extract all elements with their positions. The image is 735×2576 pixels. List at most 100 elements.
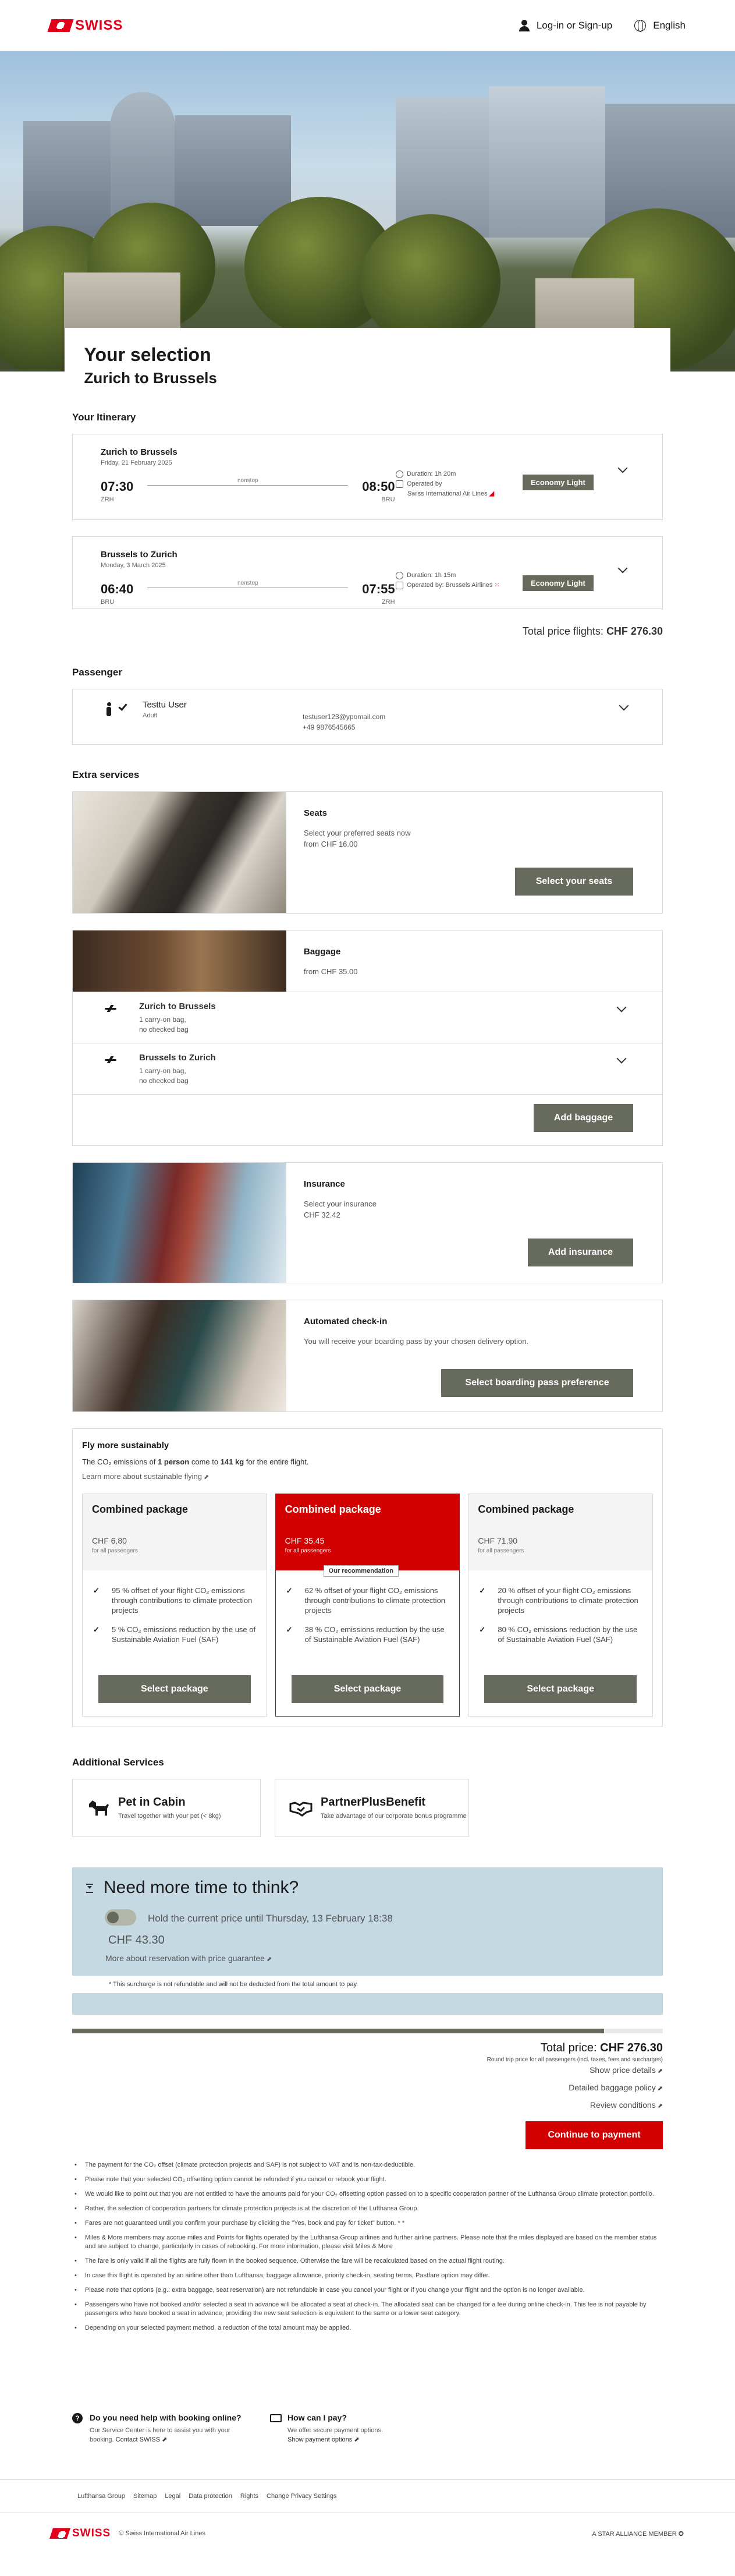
- operated-by: Operated by: [407, 480, 442, 487]
- pet-desc: Travel together with your pet (< 8kg): [118, 1813, 221, 1820]
- co2-kg: 141 kg: [220, 1457, 244, 1466]
- package-feature: 38 % CO₂ emissions reduction by the use …: [285, 1625, 450, 1644]
- learn-more-link[interactable]: Learn more about sustainable flying: [82, 1472, 653, 1481]
- plane-arrival-icon: [105, 1056, 116, 1063]
- arrival-time: 07:55: [362, 582, 395, 596]
- star-alliance: A STAR ALLIANCE MEMBER ✪: [592, 2530, 684, 2538]
- package-card-recommended: Combined package CHF 35.45 for all passe…: [275, 1494, 460, 1717]
- seats-image: [73, 792, 286, 913]
- arrival: 08:50 BRU: [362, 479, 395, 503]
- baggage-line1: 1 carry-on bag,: [139, 1067, 186, 1075]
- total-flights-label: Total price flights:: [522, 625, 603, 637]
- baggage-line2: no checked bag: [139, 1077, 189, 1085]
- sustainability-card: Fly more sustainably The CO₂ emissions o…: [72, 1428, 663, 1726]
- insurance-desc: Select your insurance: [304, 1199, 377, 1208]
- select-package-button[interactable]: Select package: [98, 1675, 251, 1703]
- footer-link[interactable]: Lufthansa Group: [77, 2493, 125, 2500]
- swiss-logo[interactable]: SWISS: [49, 2527, 111, 2540]
- package-feature: 95 % offset of your flight CO₂ emissions…: [92, 1586, 257, 1615]
- add-baggage-button[interactable]: Add baggage: [534, 1104, 633, 1132]
- passenger-card[interactable]: Testtu User Adult testuser123@ypomail.co…: [72, 689, 663, 745]
- additional-services: Pet in Cabin Travel together with your p…: [72, 1779, 663, 1837]
- select-package-button[interactable]: Select package: [291, 1675, 444, 1703]
- star-alliance-icon: ✪: [678, 2530, 684, 2538]
- note-item: The payment for the CO₂ offset (climate …: [72, 2161, 663, 2170]
- package-sub: for all passengers: [92, 1548, 138, 1554]
- package-title: Combined package: [478, 1503, 574, 1515]
- arrival-code: BRU: [381, 496, 395, 503]
- package-price: CHF 71.90: [478, 1536, 518, 1545]
- credit-card-icon: [270, 2414, 282, 2422]
- footer-link[interactable]: Legal: [165, 2493, 180, 2500]
- seats-card: Seats Select your preferred seats now fr…: [72, 791, 663, 914]
- round-trip-note: Round trip price for all passengers (inc…: [487, 2057, 663, 2063]
- departure-time: 07:30: [101, 479, 134, 494]
- insurance-image: [73, 1163, 286, 1283]
- alliance-label: A STAR ALLIANCE MEMBER: [592, 2530, 677, 2538]
- boarding-pass-button[interactable]: Select boarding pass preference: [441, 1369, 633, 1397]
- check-icon: [118, 702, 127, 711]
- user-icon: [519, 19, 530, 31]
- help-title: How can I pay?: [287, 2413, 347, 2422]
- baggage-policy-link[interactable]: Detailed baggage policy: [72, 2083, 663, 2092]
- page-title: Your selection: [84, 344, 211, 365]
- flight-date: Monday, 3 March 2025: [101, 562, 166, 569]
- globe-icon: [634, 19, 647, 32]
- note-item: Depending on your selected payment metho…: [72, 2324, 663, 2333]
- contact-swiss-link[interactable]: Contact SWISS: [116, 2436, 168, 2443]
- packages: Combined package CHF 6.80 for all passen…: [82, 1494, 654, 1717]
- add-insurance-button[interactable]: Add insurance: [528, 1239, 633, 1266]
- insurance-title: Insurance: [304, 1179, 345, 1189]
- seats-desc: Select your preferred seats now: [304, 829, 411, 837]
- package-feature: 62 % offset of your flight CO₂ emissions…: [285, 1586, 450, 1615]
- content: Your Itinerary Zurich to Brussels Friday…: [72, 412, 663, 2444]
- package-header: Combined package CHF 35.45 for all passe…: [275, 1494, 460, 1577]
- note-item: Please note that options (e.g.: extra ba…: [72, 2286, 663, 2295]
- flight-route: Brussels to Zurich: [101, 550, 177, 560]
- page-subtitle: Zurich to Brussels: [84, 369, 217, 387]
- select-package-button[interactable]: Select package: [484, 1675, 637, 1703]
- total-flights-value: CHF 276.30: [606, 625, 663, 637]
- person-icon: [106, 702, 112, 716]
- passenger-phone: +49 9876545665: [303, 723, 356, 731]
- review-conditions-link[interactable]: Review conditions: [72, 2100, 663, 2110]
- select-seats-button[interactable]: Select your seats: [515, 868, 633, 896]
- booking-progress: [72, 2029, 663, 2033]
- baggage-row[interactable]: Brussels to Zurich 1 carry-on bag, no che…: [73, 1043, 662, 1094]
- language-label: English: [653, 19, 686, 31]
- flight-info: Duration: 1h 20m Operated by Swiss Inter…: [396, 469, 494, 499]
- continue-to-payment-button[interactable]: Continue to payment: [525, 2121, 663, 2149]
- fare-badge: Economy Light: [523, 475, 594, 490]
- hold-toggle[interactable]: [105, 1909, 136, 1926]
- hold-more-link[interactable]: More about reservation with price guaran…: [105, 1954, 272, 1963]
- brussels-airlines-icon: ⁙: [494, 582, 500, 589]
- flight-route: Zurich to Brussels: [101, 447, 177, 457]
- footer-link[interactable]: Change Privacy Settings: [267, 2493, 336, 2500]
- legal-notes: The payment for the CO₂ offset (climate …: [72, 2161, 663, 2333]
- hold-price: CHF 43.30: [108, 1934, 165, 1947]
- selection-panel: Your selection Zurich to Brussels Your I…: [65, 328, 670, 2444]
- price-details-link[interactable]: Show price details: [72, 2065, 663, 2075]
- baggage-row[interactable]: Zurich to Brussels 1 carry-on bag, no che…: [73, 992, 662, 1043]
- swiss-logo[interactable]: SWISS: [47, 17, 123, 34]
- note-item: Miles & More members may accrue miles an…: [72, 2234, 663, 2251]
- footer-link[interactable]: Rights: [240, 2493, 258, 2500]
- payment-options-link[interactable]: Show payment options: [287, 2436, 360, 2443]
- co2-text: for the entire flight.: [246, 1457, 309, 1466]
- flight-date: Friday, 21 February 2025: [101, 459, 172, 466]
- clock-icon: [396, 571, 403, 579]
- flight-card-outbound[interactable]: Zurich to Brussels Friday, 21 February 2…: [72, 434, 663, 520]
- duration: Duration: 1h 15m: [407, 572, 456, 579]
- partnerplus-card[interactable]: PartnerPlusBenefit Take advantage of our…: [275, 1779, 469, 1837]
- recommendation-badge: Our recommendation: [323, 1565, 399, 1577]
- pet-in-cabin-card[interactable]: Pet in Cabin Travel together with your p…: [72, 1779, 261, 1837]
- login-link[interactable]: Log-in or Sign-up: [519, 19, 612, 31]
- footer-link[interactable]: Data protection: [189, 2493, 232, 2500]
- fare-badge: Economy Light: [523, 575, 594, 591]
- language-selector[interactable]: English: [634, 19, 686, 32]
- flight-card-return[interactable]: Brussels to Zurich Monday, 3 March 2025 …: [72, 536, 663, 609]
- swiss-flag-icon: [47, 19, 74, 32]
- help-section: ? Do you need help with booking online? …: [72, 2413, 663, 2444]
- package-price: CHF 35.45: [285, 1536, 325, 1545]
- footer-link[interactable]: Sitemap: [133, 2493, 157, 2500]
